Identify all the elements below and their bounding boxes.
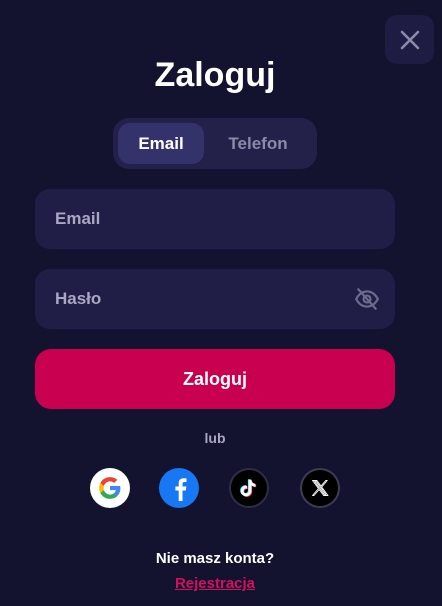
no-account-text: Nie masz konta? (155, 550, 275, 567)
login-button[interactable]: Zaloguj (35, 349, 395, 409)
eye-off-icon (354, 288, 380, 310)
facebook-login-button[interactable] (159, 468, 199, 508)
tab-email[interactable]: Email (118, 123, 204, 164)
google-icon (99, 477, 121, 499)
email-field[interactable] (55, 209, 375, 229)
email-field-container (35, 189, 395, 249)
divider-label: lub (204, 430, 226, 446)
login-method-tabs: Email Telefon (113, 118, 317, 169)
google-login-button[interactable] (90, 468, 130, 508)
register-link[interactable]: Rejestracja (0, 575, 430, 592)
x-icon (312, 480, 329, 496)
password-field[interactable] (55, 289, 353, 309)
tab-phone[interactable]: Telefon (204, 123, 312, 164)
password-visibility-toggle[interactable] (353, 285, 381, 313)
close-icon (400, 30, 419, 49)
tiktok-icon (240, 479, 257, 497)
password-field-container (35, 269, 395, 329)
page-title: Zaloguj (154, 56, 276, 94)
x-login-button[interactable] (300, 468, 340, 508)
facebook-icon (175, 478, 187, 501)
tiktok-login-button[interactable] (229, 468, 269, 508)
